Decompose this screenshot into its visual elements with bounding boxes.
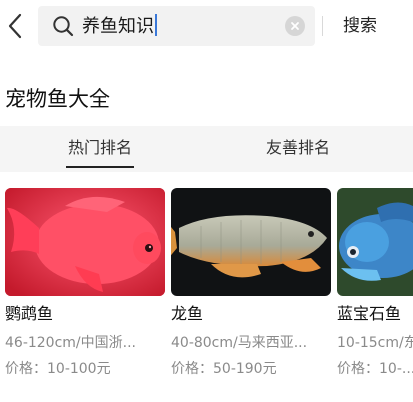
fish-name: 蓝宝石鱼 [337, 304, 402, 323]
search-divider [322, 16, 323, 36]
fish-price: 价格：10-... [337, 361, 413, 377]
search-button[interactable]: 搜索 [330, 12, 390, 40]
search-box[interactable]: 养鱼知识 [38, 6, 315, 46]
active-tab-indicator [66, 166, 134, 168]
fish-name: 龙鱼 [171, 304, 204, 323]
fish-card-sapphire[interactable]: 蓝宝石鱼 10-15cm/东... 价格：10-... [337, 188, 413, 402]
section-title: 宠物鱼大全 [5, 87, 110, 111]
back-button[interactable] [2, 10, 28, 42]
text-caret [155, 14, 157, 36]
fish-card-parrot[interactable]: 鹦鹉鱼 46-120cm/中国浙... 价格：10-100元 [5, 188, 165, 402]
fish-size-origin: 40-80cm/马来西亚... [171, 335, 308, 351]
tab-friendly-ranking[interactable]: 友善排名 [228, 126, 368, 172]
fish-image-parrot [5, 188, 165, 296]
back-arrow-icon [8, 13, 22, 39]
fish-card-arowana[interactable]: 龙鱼 40-80cm/马来西亚... 价格：50-190元 [171, 188, 331, 402]
clear-icon [291, 22, 299, 30]
fish-size-origin: 46-120cm/中国浙... [5, 335, 136, 351]
clear-button[interactable] [285, 16, 305, 36]
fish-price: 价格：50-190元 [171, 361, 277, 377]
ranking-tabs: 热门排名 友善排名 [0, 126, 413, 172]
search-input-value: 养鱼知识 [82, 16, 154, 37]
fish-size-origin: 10-15cm/东... [337, 335, 413, 351]
fish-name: 鹦鹉鱼 [5, 304, 54, 323]
fish-price: 价格：10-100元 [5, 361, 111, 377]
top-bar: 养鱼知识 搜索 [0, 0, 413, 58]
fish-image-sapphire [337, 188, 413, 296]
fish-image-arowana [171, 188, 331, 296]
search-icon [53, 16, 74, 37]
search-input[interactable]: 养鱼知识 [82, 14, 157, 39]
